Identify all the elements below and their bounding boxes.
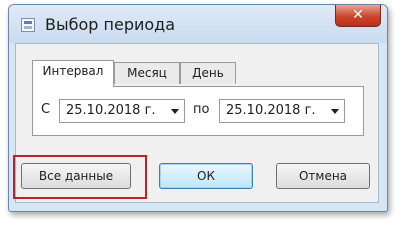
chevron-down-icon <box>171 109 179 114</box>
tab-panel-interval: С 25.10.2018 г. по 25.10.2018 г. <box>32 86 364 136</box>
tab-day[interactable]: День <box>180 62 236 84</box>
to-label: по <box>193 102 210 117</box>
tab-month[interactable]: Месяц <box>114 62 180 84</box>
cancel-button[interactable]: Отмена <box>276 163 370 189</box>
to-date-value: 25.10.2018 г. <box>226 103 316 118</box>
highlight-annotation <box>13 155 147 199</box>
to-date-dropdown[interactable]: 25.10.2018 г. <box>219 99 345 123</box>
close-button[interactable]: ✕ <box>335 5 381 27</box>
tab-interval[interactable]: Интервал <box>32 60 114 87</box>
chevron-down-icon <box>331 109 339 114</box>
title-bar[interactable]: Выбор периода ✕ <box>9 5 387 43</box>
from-date-value: 25.10.2018 г. <box>66 103 156 118</box>
app-icon <box>21 18 35 32</box>
from-date-dropdown[interactable]: 25.10.2018 г. <box>59 99 185 123</box>
ok-button[interactable]: ОК <box>159 163 253 189</box>
window-title: Выбор периода <box>45 15 176 34</box>
from-label: С <box>41 102 51 117</box>
